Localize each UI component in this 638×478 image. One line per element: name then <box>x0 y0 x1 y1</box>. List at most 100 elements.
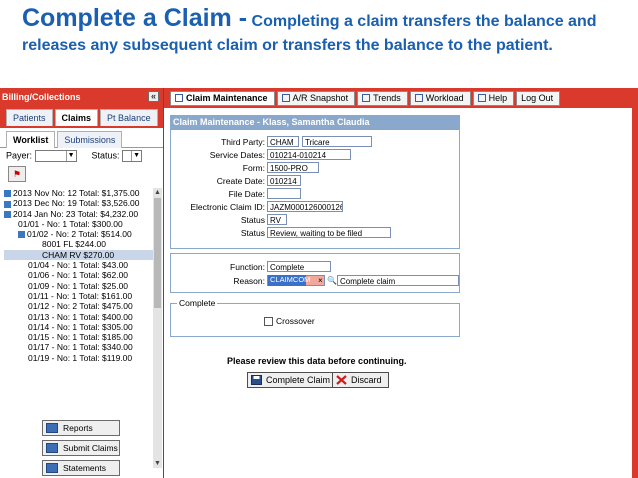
form-field[interactable]: 1500-PRO <box>267 162 319 173</box>
right-panel: Claim Maintenance A/R Snapshot Trends Wo… <box>164 88 638 478</box>
tree-item-selected[interactable]: CHAM RV $270.00 <box>4 249 154 261</box>
status-label: Status: <box>91 150 120 161</box>
electronic-id-field[interactable]: JAZM000126000126 <box>267 201 343 212</box>
nav-claim-maintenance[interactable]: Claim Maintenance <box>170 91 275 106</box>
chevron-down-icon: ▼ <box>131 151 141 161</box>
file-date-field[interactable] <box>267 188 301 199</box>
expand-icon[interactable] <box>4 200 11 208</box>
claim-header: Claim Maintenance - Klass, Samantha Clau… <box>170 115 460 129</box>
tree-item[interactable]: 01/06 - No: 1 Total: $62.00 <box>4 270 154 280</box>
tree-scrollbar[interactable]: ▲ ▼ <box>153 188 162 468</box>
submit-claims-button[interactable]: Submit Claims <box>42 440 120 456</box>
tree-item[interactable]: 2014 Jan No: 23 Total: $4,232.00 <box>4 209 154 219</box>
crossover-checkbox[interactable] <box>264 317 273 327</box>
reports-button[interactable]: Reports <box>42 420 120 436</box>
tree-item[interactable]: 01/11 - No: 1 Total: $161.00 <box>4 291 154 301</box>
trends-icon <box>362 94 371 102</box>
search-icon[interactable]: 🔍 <box>327 275 337 287</box>
tree-item[interactable]: 01/04 - No: 1 Total: $43.00 <box>4 260 154 270</box>
status-code-label: Status <box>240 215 265 225</box>
status-code-field[interactable]: RV <box>267 214 287 225</box>
tab-patients[interactable]: Patients <box>6 109 53 126</box>
crossover-label: Crossover <box>276 316 315 326</box>
third-party-code-field[interactable]: CHAM <box>267 136 299 147</box>
app-window: Billing/Collections « Patients Claims Pt… <box>0 88 638 478</box>
complete-claim-button[interactable]: Complete Claim <box>247 372 338 388</box>
function-field[interactable]: Complete <box>267 261 331 272</box>
nav-ar-snapshot[interactable]: A/R Snapshot <box>276 91 356 106</box>
worklist-tree: 2013 Nov No: 12 Total: $1,375.00 2013 De… <box>4 188 154 363</box>
tree-item[interactable]: 01/13 - No: 1 Total: $400.00 <box>4 312 154 322</box>
slide-title: Complete a Claim - <box>22 4 248 32</box>
tree-item[interactable]: 8001 FL $244.00 <box>4 239 154 249</box>
submit-icon <box>46 443 58 453</box>
service-dates-field[interactable]: 010214-010214 <box>267 149 351 160</box>
status-description-label: Status <box>240 228 265 238</box>
function-label: Function: <box>230 262 265 272</box>
expand-icon[interactable] <box>4 190 11 198</box>
flag-icon[interactable]: ⚑ <box>8 166 26 182</box>
electronic-id-label: Electronic Claim ID: <box>190 202 265 212</box>
tree-item[interactable]: 01/02 - No: 2 Total: $514.00 <box>4 229 154 239</box>
left-panel: Billing/Collections « Patients Claims Pt… <box>0 88 164 478</box>
nav-workload[interactable]: Workload <box>409 91 471 106</box>
create-date-label: Create Date: <box>216 176 265 186</box>
collapse-icon[interactable]: « <box>148 91 159 102</box>
scroll-down-icon[interactable]: ▼ <box>153 459 162 468</box>
workload-icon <box>414 94 423 102</box>
payer-select[interactable]: ▼ <box>34 150 77 162</box>
review-notice: Please review this data before continuin… <box>227 356 407 366</box>
third-party-name-field[interactable]: Tricare <box>302 136 372 147</box>
claim-content: Claim Maintenance - Klass, Samantha Clau… <box>164 108 632 478</box>
scroll-up-icon[interactable]: ▲ <box>153 188 162 197</box>
tree-item[interactable]: 01/15 - No: 1 Total: $185.00 <box>4 332 154 342</box>
status-description-field[interactable]: Review, waiting to be filed <box>267 227 391 238</box>
tree-item[interactable]: 01/12 - No: 2 Total: $475.00 <box>4 301 154 311</box>
reason-label: Reason: <box>233 276 265 286</box>
discard-button[interactable]: Discard <box>332 372 389 388</box>
tree-item[interactable]: 01/17 - No: 1 Total: $340.00 <box>4 342 154 352</box>
scroll-thumb[interactable] <box>154 198 161 308</box>
form-label: Form: <box>242 163 265 173</box>
nav-help[interactable]: Help <box>472 91 515 106</box>
left-panel-title: Billing/Collections « <box>0 88 163 106</box>
tree-item[interactable]: 01/19 - No: 1 Total: $119.00 <box>4 353 154 363</box>
sub-tabs: Worklist Submissions <box>0 128 163 148</box>
top-nav: Claim Maintenance A/R Snapshot Trends Wo… <box>164 88 638 108</box>
nav-logout[interactable]: Log Out <box>516 91 561 106</box>
tree-item[interactable]: 01/09 - No: 1 Total: $25.00 <box>4 281 154 291</box>
claim-icon <box>175 94 183 102</box>
complete-legend: Complete <box>177 298 218 308</box>
reports-icon <box>46 423 58 433</box>
close-icon <box>336 375 347 385</box>
crossover-option[interactable]: Crossover <box>264 316 315 327</box>
status-select[interactable]: ▼ <box>122 150 143 162</box>
tab-submissions[interactable]: Submissions <box>57 131 123 148</box>
statements-button[interactable]: Statements <box>42 460 120 476</box>
collapse-icon[interactable] <box>18 231 25 239</box>
payer-label: Payer: <box>6 150 33 161</box>
claim-details-panel: Third Party: CHAM Tricare Service Dates:… <box>170 129 460 249</box>
tab-pt-balance[interactable]: Pt Balance <box>100 109 158 126</box>
panel-title-text: Billing/Collections <box>2 92 81 102</box>
tree-item[interactable]: 01/01 - No: 1 Total: $300.00 <box>4 219 154 229</box>
worklist-filters: Payer: ▼ Status: ▼ <box>6 150 143 162</box>
save-icon <box>251 375 262 385</box>
function-panel: Function: Complete Reason: CLAIMCOM × 🔍 … <box>170 253 460 293</box>
complete-fieldset: Complete Crossover <box>170 298 460 337</box>
main-tabs: Patients Claims Pt Balance <box>0 106 163 128</box>
file-date-label: File Date: <box>228 189 265 199</box>
create-date-field[interactable]: 010214 <box>267 175 301 186</box>
reason-code-chip[interactable]: CLAIMCOM <box>268 275 310 286</box>
tree-item[interactable]: 01/14 - No: 1 Total: $305.00 <box>4 322 154 332</box>
slide-heading: Complete a Claim - Completing a claim tr… <box>22 6 622 58</box>
clear-icon[interactable]: × <box>318 275 323 287</box>
tab-claims[interactable]: Claims <box>54 109 99 126</box>
reason-text-field[interactable]: Complete claim <box>337 275 459 286</box>
tree-item[interactable]: 2013 Dec No: 19 Total: $3,526.00 <box>4 198 154 208</box>
tab-worklist[interactable]: Worklist <box>6 131 56 148</box>
tree-item[interactable]: 2013 Nov No: 12 Total: $1,375.00 <box>4 188 154 198</box>
collapse-icon[interactable] <box>4 210 11 218</box>
help-icon <box>477 94 486 102</box>
nav-trends[interactable]: Trends <box>357 91 408 106</box>
